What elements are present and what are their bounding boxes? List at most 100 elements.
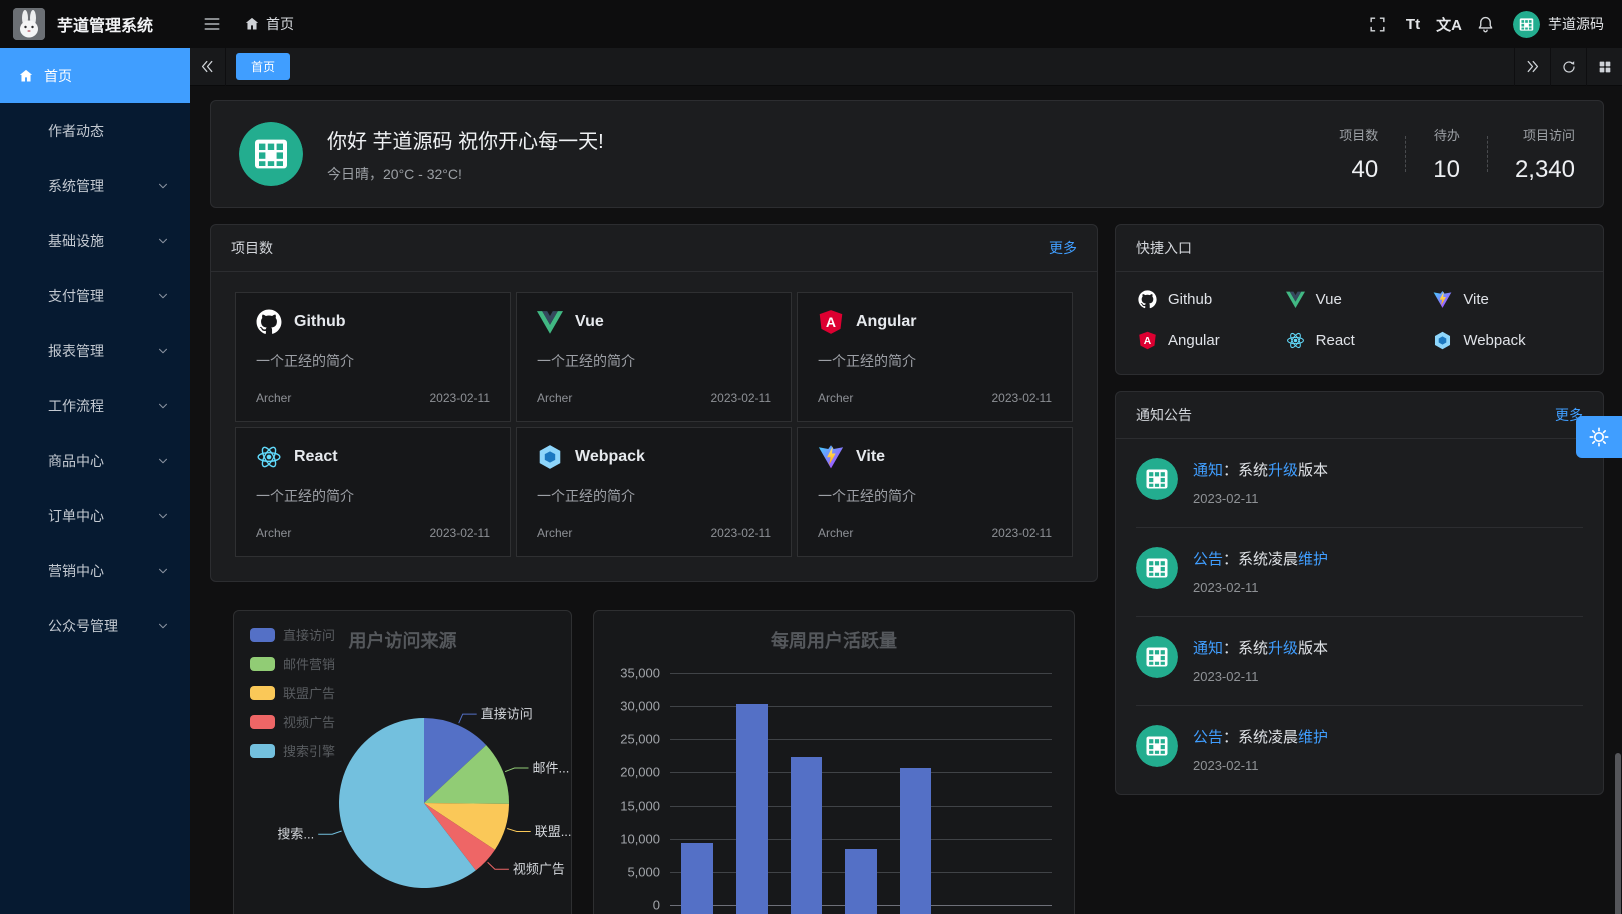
refresh-icon[interactable] [1550,48,1586,86]
sidebar-item-infrastructure[interactable]: 基础设施 [0,213,190,268]
bar-chart-card: 每周用户活跃量 05,00010,00015,00020,00025,00030… [593,610,1075,914]
legend-label: 联盟广告 [283,683,335,702]
y-tick-label: 35,000 [620,666,660,681]
react-icon [256,444,282,470]
shortcut-label: Angular [1168,332,1220,349]
project-date: 2023-02-11 [711,391,772,405]
legend-label: 搜索引擎 [283,741,335,760]
charts-row: 用户访问来源 直接访问邮件营销联盟广告视频广告搜索引擎 直接访问邮件...联盟.… [233,610,1075,914]
sidebar-item-system-mgmt[interactable]: 系统管理 [0,158,190,213]
angular-icon [1138,331,1157,350]
project-name: Vite [856,448,885,466]
project-card-webpack[interactable]: Webpack 一个正经的简介 Archer2023-02-11 [516,427,792,557]
sidebar-item-label: 报表管理 [48,341,104,361]
sidebar-item-payment-mgmt[interactable]: 支付管理 [0,268,190,323]
pie-label: 搜索... [277,827,314,842]
project-author: Archer [818,526,853,540]
bar-slot [725,699,780,914]
shortcut-react[interactable]: React [1286,331,1434,350]
project-card-angular[interactable]: Angular 一个正经的简介 Archer2023-02-11 [797,292,1073,422]
sidebar-item-author-news[interactable]: 作者动态 [0,103,190,158]
scrollbar-thumb[interactable] [1615,753,1621,914]
menu-fold-icon[interactable] [202,14,222,34]
notice-item[interactable]: 公告：系统凌晨维护 2023-02-11 [1136,527,1583,616]
welcome-stats: 项目数 40 待办 10 项目访问 2,340 [1312,125,1575,184]
locale-icon[interactable]: 文A [1431,0,1467,48]
sidebar-item-official-account[interactable]: 公众号管理 [0,598,190,653]
notice-title: 通知：系统升级版本 [1193,637,1328,658]
panel-title: 快捷入口 [1136,238,1192,258]
sidebar-item-home[interactable]: 首页 [0,48,190,103]
vue-icon [537,309,563,335]
pie-chart-legend[interactable]: 直接访问邮件营销联盟广告视频广告搜索引擎 [250,625,335,770]
projects-more-link[interactable]: 更多 [1049,238,1077,258]
project-card-vite[interactable]: Vite 一个正经的简介 Archer2023-02-11 [797,427,1073,557]
y-tick-label: 20,000 [620,765,660,780]
legend-item[interactable]: 搜索引擎 [250,741,335,760]
webpack-icon [537,444,563,470]
project-card-github[interactable]: Github 一个正经的简介 Archer2023-02-11 [235,292,511,422]
tabs-scroll-right-icon[interactable] [1514,48,1550,86]
project-desc: 一个正经的简介 [537,351,771,371]
home-icon [244,16,260,32]
tabs-scroll-left-icon[interactable] [190,48,226,86]
sidebar-item-product-center[interactable]: 商品中心 [0,433,190,488]
bar-chart: 05,00010,00015,00020,00025,00030,00035,0… [608,673,1052,914]
sidebar: 首页 作者动态 系统管理 基础设施 支付管理 报表管理 工作流程 [0,48,190,914]
pie-label: 邮件... [533,761,570,776]
project-author: Archer [818,391,853,405]
y-tick-label: 25,000 [620,732,660,747]
notice-item[interactable]: 通知：系统升级版本 2023-02-11 [1136,439,1583,527]
legend-item[interactable]: 联盟广告 [250,683,335,702]
breadcrumb[interactable]: 首页 [244,14,294,34]
shortcut-github[interactable]: Github [1138,290,1286,309]
shortcut-angular[interactable]: Angular [1138,331,1286,350]
project-author: Archer [537,391,572,405]
shortcut-vue[interactable]: Vue [1286,290,1434,309]
project-date: 2023-02-11 [711,526,772,540]
sidebar-item-workflow[interactable]: 工作流程 [0,378,190,433]
sidebar-item-label: 营销中心 [48,561,104,581]
bar [845,849,877,914]
project-desc: 一个正经的简介 [818,486,1052,506]
y-tick-label: 15,000 [620,798,660,813]
fullscreen-icon[interactable] [1359,0,1395,48]
notice-item[interactable]: 公告：系统凌晨维护 2023-02-11 [1136,705,1583,794]
chevron-down-icon [156,454,170,468]
layout-grid-icon[interactable] [1586,48,1622,86]
chevron-down-icon [156,619,170,633]
project-desc: 一个正经的简介 [256,351,490,371]
sidebar-item-report-mgmt[interactable]: 报表管理 [0,323,190,378]
notice-date: 2023-02-11 [1193,758,1328,773]
webpack-icon [1433,331,1452,350]
user-menu[interactable]: 芋道源码 [1513,11,1604,38]
panel-title: 项目数 [231,238,273,258]
shortcuts-panel-header: 快捷入口 [1116,225,1603,272]
font-size-icon[interactable]: Tt [1395,0,1431,48]
legend-item[interactable]: 视频广告 [250,712,335,731]
notice-item[interactable]: 通知：系统升级版本 2023-02-11 [1136,616,1583,705]
bar [791,757,823,914]
shortcut-vite[interactable]: Vite [1433,290,1581,309]
welcome-greeting: 你好 芋道源码 祝你开心每一天! [327,125,604,154]
tab-home[interactable]: 首页 [236,53,290,80]
pie-label-line [459,714,477,723]
shortcut-webpack[interactable]: Webpack [1433,331,1581,350]
bar-slot [779,699,834,914]
sidebar-item-order-center[interactable]: 订单中心 [0,488,190,543]
project-card-react[interactable]: React 一个正经的简介 Archer2023-02-11 [235,427,511,557]
project-date: 2023-02-11 [430,526,491,540]
y-tick-label: 0 [653,898,660,913]
home-icon [18,68,34,84]
project-desc: 一个正经的简介 [256,486,490,506]
project-name: Vue [575,313,604,331]
sidebar-item-label: 工作流程 [48,396,104,416]
legend-item[interactable]: 邮件营销 [250,654,335,673]
project-card-vue[interactable]: Vue 一个正经的简介 Archer 2023-02-11 [516,292,792,422]
sidebar-item-marketing-center[interactable]: 营销中心 [0,543,190,598]
project-author: Archer [256,526,291,540]
legend-chip [250,744,275,758]
settings-drawer-button[interactable] [1576,416,1622,458]
legend-item[interactable]: 直接访问 [250,625,335,644]
notification-bell-icon[interactable] [1467,0,1503,48]
